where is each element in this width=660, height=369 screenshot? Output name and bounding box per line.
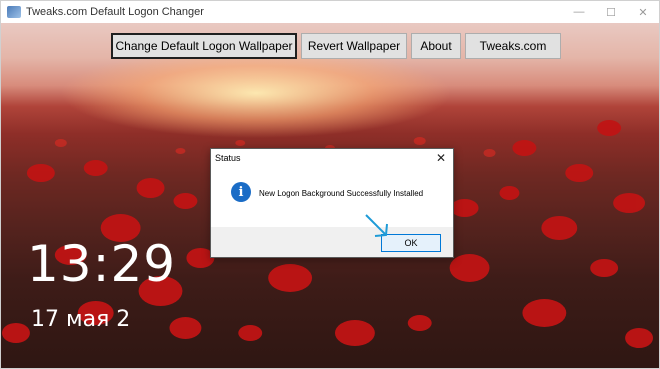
tweaks-link-button[interactable]: Tweaks.com bbox=[465, 33, 561, 59]
close-icon[interactable]: ✕ bbox=[433, 150, 449, 166]
app-window: Tweaks.com Default Logon Changer — ☐ ✕ C… bbox=[0, 0, 660, 369]
dialog-footer: OK bbox=[211, 227, 453, 257]
dialog-title: Status bbox=[215, 153, 241, 163]
pointer-arrow-icon bbox=[365, 214, 388, 237]
info-icon: i bbox=[231, 182, 251, 202]
dialog-message: New Logon Background Successfully Instal… bbox=[259, 189, 424, 198]
maximize-icon[interactable]: ☐ bbox=[595, 1, 627, 23]
lock-screen-date: 17 мая 2 bbox=[31, 307, 131, 332]
revert-wallpaper-button[interactable]: Revert Wallpaper bbox=[301, 33, 407, 59]
window-controls: — ☐ ✕ bbox=[563, 1, 659, 23]
about-button[interactable]: About bbox=[411, 33, 461, 59]
close-icon[interactable]: ✕ bbox=[627, 1, 659, 23]
title-bar[interactable]: Tweaks.com Default Logon Changer — ☐ ✕ bbox=[1, 1, 659, 24]
app-icon bbox=[7, 6, 21, 18]
lock-screen-time: 13:29 bbox=[27, 235, 177, 293]
dialog-title-bar[interactable]: Status ✕ bbox=[211, 149, 453, 167]
minimize-icon[interactable]: — bbox=[563, 1, 595, 23]
status-dialog: Status ✕ i New Logon Background Successf… bbox=[210, 148, 454, 258]
change-wallpaper-button[interactable]: Change Default Logon Wallpaper bbox=[111, 33, 297, 59]
window-title: Tweaks.com Default Logon Changer bbox=[26, 6, 204, 18]
